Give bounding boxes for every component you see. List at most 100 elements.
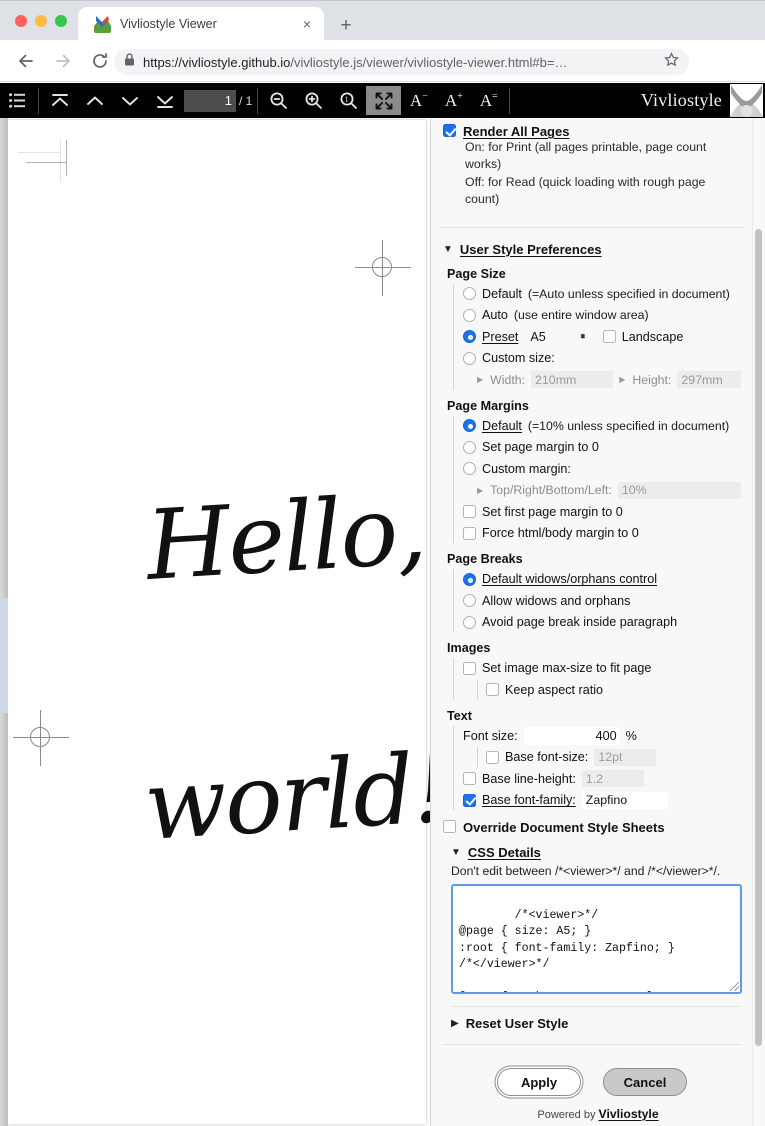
chevron-down-icon[interactable]: ▼ bbox=[443, 242, 453, 258]
page-break-radio-allow[interactable] bbox=[463, 594, 476, 608]
page-size-radio-default[interactable] bbox=[463, 287, 476, 301]
document-preview-pane[interactable]: Hello, world! bbox=[0, 118, 430, 1126]
zoom-out-icon[interactable] bbox=[261, 86, 296, 115]
reset-user-style-section[interactable]: ▶ Reset User Style bbox=[431, 1016, 753, 1032]
last-page-icon[interactable] bbox=[147, 86, 182, 115]
reset-user-style-header[interactable]: ▶ Reset User Style bbox=[451, 1016, 741, 1032]
base-font-family-input[interactable]: Zapfino bbox=[581, 791, 668, 809]
maximize-window-button[interactable] bbox=[55, 15, 67, 27]
css-details-textarea[interactable]: /*<viewer>*/ @page { size: A5; } :root {… bbox=[451, 884, 742, 995]
footer-brand-link[interactable]: Vivliostyle bbox=[599, 1107, 659, 1121]
render-all-pages-desc-on: On: for Print (all pages printable, page… bbox=[465, 140, 707, 172]
base-font-family-row[interactable]: Base font-family: Zapfino bbox=[463, 790, 741, 810]
base-font-size-checkbox[interactable] bbox=[486, 750, 499, 764]
zoom-actual-size-icon[interactable]: 1 bbox=[331, 86, 366, 115]
panel-scrollbar-track[interactable] bbox=[752, 118, 765, 1126]
page-size-radio-custom[interactable] bbox=[463, 351, 476, 365]
minimize-window-button[interactable] bbox=[35, 15, 47, 27]
page-size-option-preset[interactable]: Preset A5 ▲ ▼ Landscape bbox=[463, 327, 741, 347]
select-spinner-icon[interactable]: ▲ ▼ bbox=[579, 332, 587, 341]
page-size-option-custom[interactable]: Custom size: bbox=[463, 348, 741, 368]
page-break-option-avoid[interactable]: Avoid page break inside paragraph bbox=[463, 612, 741, 632]
bookmark-star-icon[interactable] bbox=[664, 52, 679, 72]
toc-menu-icon[interactable] bbox=[0, 86, 35, 115]
default-font-size-button[interactable]: A = bbox=[471, 86, 506, 115]
page-break-option-default[interactable]: Default widows/orphans control bbox=[463, 569, 741, 589]
previous-page-icon[interactable] bbox=[77, 86, 112, 115]
page-size-option-auto[interactable]: Auto (use entire window area) bbox=[463, 305, 741, 325]
address-bar[interactable]: https://vivliostyle.github.io/vivliostyl… bbox=[114, 49, 689, 75]
base-line-height-label: Base line-height: bbox=[482, 771, 576, 786]
page-margin-radio-custom[interactable] bbox=[463, 462, 476, 476]
page-height-input[interactable]: 297mm bbox=[677, 371, 741, 389]
first-page-margin-row[interactable]: Set first page margin to 0 bbox=[463, 502, 741, 522]
apply-button[interactable]: Apply bbox=[497, 1068, 581, 1096]
browser-tab[interactable]: Vivliostyle Viewer × bbox=[78, 7, 324, 41]
base-font-size-row[interactable]: Base font-size: 12pt bbox=[477, 747, 741, 768]
textarea-resize-handle[interactable] bbox=[730, 982, 739, 992]
page-margin-option-default[interactable]: Default (=10% unless specified in docume… bbox=[463, 416, 741, 436]
page-size-label-preset[interactable]: Preset bbox=[482, 330, 518, 344]
font-size-input[interactable]: 400 bbox=[523, 726, 620, 745]
page-margin-trbl-input[interactable]: 10% bbox=[617, 481, 741, 499]
page-margin-label-default[interactable]: Default bbox=[482, 419, 522, 433]
base-line-height-checkbox[interactable] bbox=[463, 772, 476, 786]
user-style-preferences-label[interactable]: User Style Preferences bbox=[460, 242, 602, 257]
first-page-icon[interactable] bbox=[42, 86, 77, 115]
page-size-preset-select[interactable]: A5 ▲ ▼ bbox=[530, 328, 586, 346]
page-size-radio-auto[interactable] bbox=[463, 308, 476, 322]
force-body-margin-checkbox[interactable] bbox=[463, 526, 476, 540]
decrease-font-size-button[interactable]: A − bbox=[401, 86, 436, 115]
page-number-field[interactable]: 1 / 1 bbox=[184, 89, 252, 112]
increase-font-size-button[interactable]: A + bbox=[436, 86, 471, 115]
page-break-radio-default[interactable] bbox=[463, 572, 476, 586]
keep-aspect-ratio-checkbox[interactable] bbox=[486, 683, 499, 697]
override-styles-row[interactable]: Override Document Style Sheets bbox=[443, 820, 741, 835]
close-window-button[interactable] bbox=[15, 15, 27, 27]
next-page-icon[interactable] bbox=[112, 86, 147, 115]
css-details-label[interactable]: CSS Details bbox=[468, 845, 541, 860]
reset-user-style-label[interactable]: Reset User Style bbox=[466, 1016, 569, 1031]
image-maxsize-row[interactable]: Set image max-size to fit page bbox=[463, 658, 741, 678]
css-details-header[interactable]: ▼ CSS Details bbox=[451, 845, 741, 861]
force-body-margin-row[interactable]: Force html/body margin to 0 bbox=[463, 523, 741, 543]
base-line-height-input[interactable]: 1.2 bbox=[581, 770, 644, 788]
page-size-radio-preset[interactable] bbox=[463, 330, 476, 344]
user-style-preferences-header[interactable]: ▼ User Style Preferences bbox=[443, 242, 741, 258]
base-font-family-checkbox[interactable] bbox=[463, 793, 476, 807]
back-arrow-icon[interactable] bbox=[11, 46, 41, 76]
page-size-option-default[interactable]: Default (=Auto unless specified in docum… bbox=[463, 284, 741, 304]
new-tab-button[interactable]: + bbox=[334, 13, 358, 37]
page-break-radio-avoid[interactable] bbox=[463, 615, 476, 629]
base-font-size-input[interactable]: 12pt bbox=[594, 748, 657, 766]
close-icon[interactable]: × bbox=[298, 15, 316, 33]
keep-aspect-ratio-row[interactable]: Keep aspect ratio bbox=[477, 679, 741, 700]
page-number-input[interactable]: 1 bbox=[184, 89, 236, 112]
base-line-height-row[interactable]: Base line-height: 1.2 bbox=[463, 769, 741, 789]
page-margin-radio-zero[interactable] bbox=[463, 440, 476, 454]
image-maxsize-checkbox[interactable] bbox=[463, 661, 476, 675]
base-font-family-label[interactable]: Base font-family: bbox=[482, 793, 576, 807]
reload-icon[interactable] bbox=[85, 46, 115, 76]
forward-arrow-icon[interactable] bbox=[48, 46, 78, 76]
cancel-button[interactable]: Cancel bbox=[603, 1068, 687, 1096]
font-size-row[interactable]: Font size: 400 % bbox=[463, 726, 741, 746]
font-decrease-sign: − bbox=[422, 90, 428, 102]
chevron-right-icon[interactable]: ▶ bbox=[451, 1016, 459, 1032]
page-margin-option-zero[interactable]: Set page margin to 0 bbox=[463, 437, 741, 457]
page-break-label-default[interactable]: Default widows/orphans control bbox=[482, 572, 657, 586]
render-all-pages-checkbox[interactable] bbox=[443, 124, 456, 137]
page-break-option-allow[interactable]: Allow widows and orphans bbox=[463, 591, 741, 611]
zoom-in-icon[interactable] bbox=[296, 86, 331, 115]
render-all-pages-label[interactable]: Render All Pages bbox=[463, 124, 569, 139]
render-all-pages-row[interactable]: Render All Pages bbox=[443, 124, 741, 139]
chevron-down-icon[interactable]: ▼ bbox=[451, 845, 461, 861]
page-width-input[interactable]: 210mm bbox=[531, 371, 614, 389]
page-margin-option-custom[interactable]: Custom margin: bbox=[463, 459, 741, 479]
first-page-margin-checkbox[interactable] bbox=[463, 505, 476, 519]
fit-to-page-icon[interactable] bbox=[366, 86, 402, 115]
landscape-checkbox[interactable] bbox=[602, 330, 616, 344]
override-styles-checkbox[interactable] bbox=[443, 820, 456, 834]
page-margin-radio-default[interactable] bbox=[463, 419, 476, 433]
panel-scrollbar-thumb[interactable] bbox=[755, 229, 762, 1046]
